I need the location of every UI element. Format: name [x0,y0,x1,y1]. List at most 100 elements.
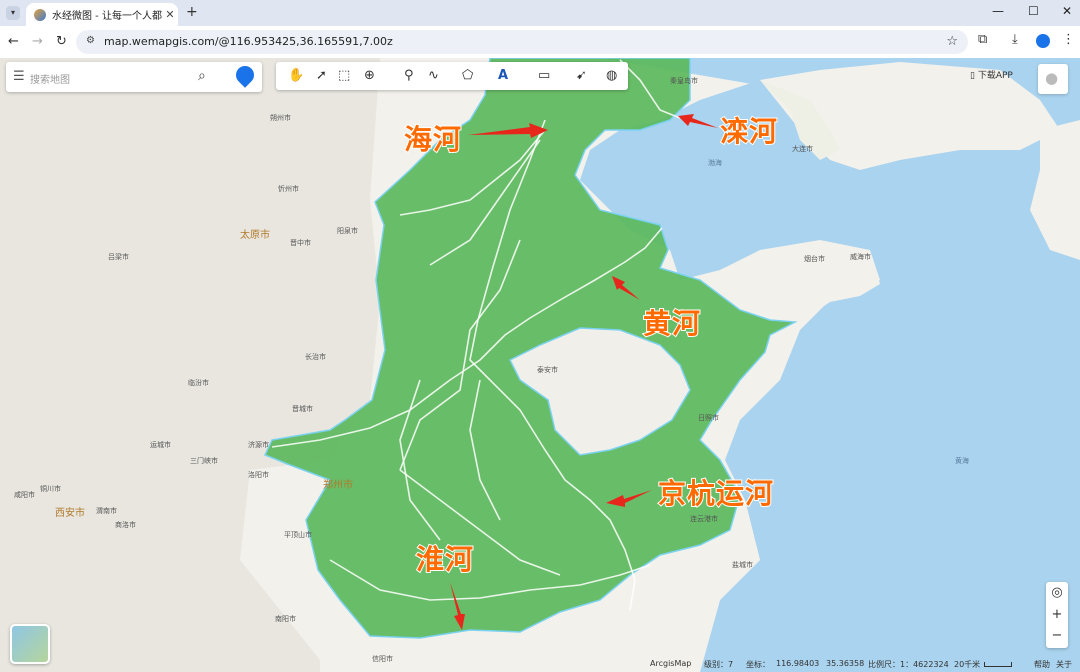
download-app-link[interactable]: ▯ 下载APP [970,68,1013,81]
download-app-label: 下载APP [977,71,1013,81]
map-label: 南阳市 [275,615,296,623]
back-icon[interactable]: ← [8,34,19,49]
user-icon: ● [1045,69,1059,87]
annotation-haihe: 海河 [403,122,463,157]
map-label: 盐城市 [732,561,753,569]
map-label: 烟台市 [804,255,825,263]
map-label: 日照市 [698,414,719,422]
coord-lat: 35.36358 [826,659,865,668]
map-label: 大连市 [792,145,813,153]
marker-icon[interactable]: ⚲ [404,68,414,83]
status-bar: ArcgisMap 级别：7 坐标： 116.98403 35.36358 比例… [640,658,1080,672]
extensions-icon[interactable]: ⧉ [978,32,987,47]
map-label: 三门峡市 [190,457,218,465]
url-text[interactable]: map.wemapgis.com/@116.953425,36.165591,7… [104,35,393,48]
location-pin-icon[interactable] [232,62,258,88]
globe-icon[interactable]: ◍ [606,68,617,83]
basemap-switcher[interactable] [10,624,50,664]
map-label: 忻州市 [278,185,299,193]
text-icon[interactable]: A [498,68,508,83]
zoom-level: 级别：7 [704,660,734,669]
map-label: 商洛市 [115,521,136,529]
measure-icon[interactable]: ➹ [576,68,587,83]
minimize-icon[interactable]: — [992,4,1004,18]
about-link[interactable]: 关于 [1056,659,1072,670]
locate-icon[interactable]: ◎ [1046,585,1068,600]
map-label: 运城市 [150,441,171,449]
map-label: 渤海 [708,159,722,167]
scale-distance: 20千米 [954,660,981,669]
map-label: 信阳市 [372,655,393,663]
annotation-jinghang: 京杭运河 [657,476,775,511]
pointer-icon[interactable]: ➚ [316,68,327,83]
annotation-huanghe: 黄河 [642,306,702,341]
tab-strip: ▾ 水经微图 - 让每一个人都有自己 ✕ + — ☐ ✕ [0,0,1080,26]
reload-icon[interactable]: ↻ [56,34,67,49]
close-tab-icon[interactable]: ✕ [162,8,178,21]
map-label: 威海市 [850,253,871,261]
zoom-in-button[interactable]: + [1046,607,1068,622]
map-label: 铜川市 [40,485,61,493]
map-label: 咸阳市 [14,491,35,499]
polygon-icon[interactable]: ⬠ [462,68,473,83]
map-canvas[interactable]: 太原市 西安市 郑州市 大连市 烟台市 威海市 秦皇岛市 泰安市 日照市 盐城市… [0,58,1080,672]
map-label: 渭南市 [96,507,117,515]
close-window-icon[interactable]: ✕ [1062,4,1072,18]
map-label: 阳泉市 [337,227,358,235]
map-label: 晋城市 [292,405,313,413]
map-label: 平顶山市 [284,531,312,539]
menu-icon[interactable]: ☰ [13,69,25,84]
annotation-luanhe: 滦河 [719,114,779,149]
polyline-icon[interactable]: ∿ [428,68,439,83]
browser-menu-icon[interactable]: ⋮ [1062,32,1075,47]
map-label: 黄海 [955,457,969,465]
forward-icon[interactable]: → [32,34,43,49]
zoom-search-icon[interactable]: ⊕ [364,68,375,83]
map-search-box[interactable]: ☰ 搜索地图 ⌕ [6,62,262,92]
map-label: 济源市 [248,441,269,449]
download-icon[interactable]: ⤓ [1012,32,1018,47]
map-label: 秦皇岛市 [670,77,698,85]
map-label: 连云港市 [690,515,718,523]
browser-chrome: ▾ 水经微图 - 让每一个人都有自己 ✕ + — ☐ ✕ ← → ↻ ⚙ map… [0,0,1080,58]
coord-label: 坐标： [746,660,770,669]
map-label: 太原市 [240,230,270,241]
zoom-out-button[interactable]: − [1046,628,1068,643]
site-info-icon[interactable]: ⚙ [86,35,95,46]
address-row: ← → ↻ ⚙ map.wemapgis.com/@116.953425,36.… [0,26,1080,58]
attribution: ArcgisMap [650,659,692,668]
zoom-control: ◎ + − [1046,582,1068,648]
ruler-icon[interactable]: ▭ [538,68,550,83]
map-label: 长治市 [305,353,326,361]
address-bar[interactable]: ⚙ map.wemapgis.com/@116.953425,36.165591… [76,30,968,54]
search-input[interactable]: 搜索地图 [30,71,70,86]
map-label: 郑州市 [323,480,353,491]
map-label: 晋中市 [290,239,311,247]
help-link[interactable]: 帮助 [1034,659,1050,670]
map-label: 朔州市 [270,114,291,122]
hand-icon[interactable]: ✋ [288,68,304,83]
select-icon[interactable]: ⬚ [338,68,350,83]
maximize-icon[interactable]: ☐ [1028,4,1039,18]
map-toolbar: ✋ ➚ ⬚ ⊕ ⚲ ∿ ⬠ A ▭ ➹ ◍ [276,62,628,90]
map-label: 临汾市 [188,379,209,387]
coord-lng: 116.98403 [776,659,820,668]
scale-ratio: 比例尺：1：4622324 [868,660,949,669]
search-icon[interactable]: ⌕ [198,68,206,84]
map-label: 洛阳市 [248,471,269,479]
browser-tab[interactable]: 水经微图 - 让每一个人都有自己 ✕ [26,3,178,26]
profile-avatar-icon[interactable] [1036,34,1050,48]
annotation-huaihe: 淮河 [415,542,475,577]
site-favicon-icon [34,8,46,21]
new-tab-button[interactable]: + [186,4,198,20]
tab-title: 水经微图 - 让每一个人都有自己 [52,11,162,22]
user-button[interactable]: ● [1038,64,1068,94]
mountain-relief [0,58,380,672]
tab-search-button[interactable]: ▾ [6,6,20,20]
bookmark-star-icon[interactable]: ☆ [946,34,958,49]
scale-bar [984,662,1012,667]
phone-icon: ▯ [970,71,978,81]
map-label: 泰安市 [537,366,558,374]
map-label: 吕梁市 [108,253,129,261]
map-label: 西安市 [55,508,85,519]
